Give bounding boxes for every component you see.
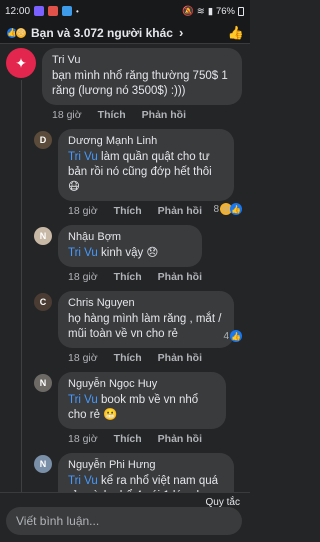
comment-time: 18 giờ bbox=[68, 205, 98, 217]
reply-button[interactable]: Phản hồi bbox=[142, 109, 186, 121]
comment: ✦ Tri Vu bạn mình nhổ răng thường 750$ 1… bbox=[6, 48, 244, 121]
comment-time: 18 giờ bbox=[68, 352, 98, 364]
comment-bubble: Chris Nguyen họ hàng mình làm răng , mắt… bbox=[58, 291, 234, 348]
reply-comment: N Nhậu Bợm Tri Vu kinh vậy 😞 18 giờ Thíc… bbox=[34, 225, 244, 283]
comment-time: 18 giờ bbox=[52, 109, 82, 121]
comment-reactions[interactable]: 8 😢 👍 bbox=[213, 203, 242, 215]
comment-time: 18 giờ bbox=[68, 271, 98, 283]
messenger-notification-icon bbox=[34, 6, 45, 16]
like-button[interactable]: Thích bbox=[114, 205, 142, 217]
commenter-name[interactable]: Nguyễn Ngọc Huy bbox=[68, 377, 216, 392]
reply-comment: C Chris Nguyen họ hàng mình làm răng , m… bbox=[34, 291, 244, 364]
signal-icon: ▮ bbox=[207, 5, 213, 17]
reactions-text: Bạn và 3.072 người khác bbox=[31, 25, 173, 40]
comment-composer: Quy tắc Viết bình luận... bbox=[0, 492, 250, 542]
gallery-notification-icon bbox=[48, 6, 59, 16]
app-notification-icon bbox=[62, 6, 73, 16]
comment-actions: 18 giờ Thích Phản hồi bbox=[58, 201, 234, 217]
comment-bubble: Tri Vu bạn mình nhổ răng thường 750$ 1 r… bbox=[42, 48, 242, 105]
battery-icon bbox=[238, 6, 244, 16]
mention-link[interactable]: Tri Vu bbox=[68, 247, 98, 259]
reply-comment: D Dương Mạnh Linh Tri Vu làm quần quật c… bbox=[34, 129, 244, 217]
clock: 12:00 bbox=[5, 5, 31, 17]
like-button[interactable]: Thích bbox=[114, 271, 142, 283]
commenter-name[interactable]: Nhậu Bợm bbox=[68, 230, 192, 245]
reply-comment: N Nguyễn Ngọc Huy Tri Vu book mb về vn n… bbox=[34, 372, 244, 445]
reaction-count: 8 bbox=[213, 203, 219, 215]
comment-text: bạn mình nhổ răng thường 750$ 1 răng (lư… bbox=[52, 70, 228, 97]
comment-reactions[interactable]: 4 👍 bbox=[223, 330, 242, 342]
wifi-icon: ≋ bbox=[196, 5, 205, 17]
comment-text: họ hàng mình làm răng , mắt / mũi toàn v… bbox=[68, 313, 222, 340]
like-reaction-icon: 👍 bbox=[230, 330, 242, 342]
avatar[interactable]: N bbox=[34, 374, 52, 392]
comment-actions: 18 giờ Thích Phản hồi bbox=[42, 105, 242, 121]
avatar[interactable]: D bbox=[34, 131, 52, 149]
comment-thread: ✦ Tri Vu bạn mình nhổ răng thường 750$ 1… bbox=[0, 48, 250, 525]
like-button[interactable]: Thích bbox=[114, 352, 142, 364]
reaction-icons: 👍 😢 bbox=[6, 26, 27, 39]
reply-button[interactable]: Phản hồi bbox=[158, 352, 202, 364]
commenter-name[interactable]: Tri Vu bbox=[52, 53, 232, 68]
sad-reaction-icon: 😢 bbox=[15, 26, 27, 39]
comment-text: Tri Vu book mb về vn nhổ cho rẻ 😬 bbox=[68, 394, 199, 421]
mention-link[interactable]: Tri Vu bbox=[68, 394, 98, 406]
mention-link[interactable]: Tri Vu bbox=[68, 151, 98, 163]
comment-actions: 18 giờ Thích Phản hồi bbox=[58, 429, 226, 445]
comment-bubble: Dương Mạnh Linh Tri Vu làm quần quật cho… bbox=[58, 129, 234, 201]
reply-button[interactable]: Phản hồi bbox=[158, 205, 202, 217]
commenter-name[interactable]: Nguyễn Phi Hưng bbox=[68, 458, 224, 473]
comment-actions: 18 giờ Thích Phản hồi bbox=[58, 348, 234, 364]
like-button[interactable]: Thích bbox=[114, 433, 142, 445]
more-dot-icon: • bbox=[76, 6, 79, 16]
reply-button[interactable]: Phản hồi bbox=[158, 271, 202, 283]
avatar[interactable]: N bbox=[34, 455, 52, 473]
reactions-summary[interactable]: 👍 😢 Bạn và 3.072 người khác › 👍 bbox=[0, 22, 250, 44]
comment-actions: 18 giờ Thích Phản hồi bbox=[58, 267, 202, 283]
like-button[interactable]: Thích bbox=[98, 109, 126, 121]
comment-bubble: Nhậu Bợm Tri Vu kinh vậy 😞 bbox=[58, 225, 202, 267]
mute-icon: 🔕 bbox=[181, 5, 194, 17]
mention-link[interactable]: Tri Vu bbox=[68, 475, 98, 487]
chevron-right-icon: › bbox=[178, 25, 184, 40]
thread-line bbox=[21, 80, 22, 500]
reaction-count: 4 bbox=[223, 330, 229, 342]
comment-input[interactable]: Viết bình luận... bbox=[6, 507, 242, 535]
comment-text: Tri Vu kinh vậy 😞 bbox=[68, 247, 159, 259]
avatar[interactable]: ✦ bbox=[6, 48, 36, 78]
commenter-name[interactable]: Dương Mạnh Linh bbox=[68, 134, 224, 149]
avatar[interactable]: N bbox=[34, 227, 52, 245]
battery-level: 76% bbox=[215, 5, 235, 17]
comment-time: 18 giờ bbox=[68, 433, 98, 445]
comment-text: Tri Vu làm quần quật cho tư bản rồi nó c… bbox=[68, 151, 212, 193]
commenter-name[interactable]: Chris Nguyen bbox=[68, 296, 224, 311]
like-reaction-icon: 👍 bbox=[230, 203, 242, 215]
avatar[interactable]: C bbox=[34, 293, 52, 311]
comment-bubble: Nguyễn Ngọc Huy Tri Vu book mb về vn nhổ… bbox=[58, 372, 226, 429]
status-bar: 12:00 • 🔕 ≋ ▮ 76% bbox=[0, 0, 250, 22]
like-post-icon[interactable]: 👍 bbox=[228, 25, 244, 41]
reply-button[interactable]: Phản hồi bbox=[158, 433, 202, 445]
